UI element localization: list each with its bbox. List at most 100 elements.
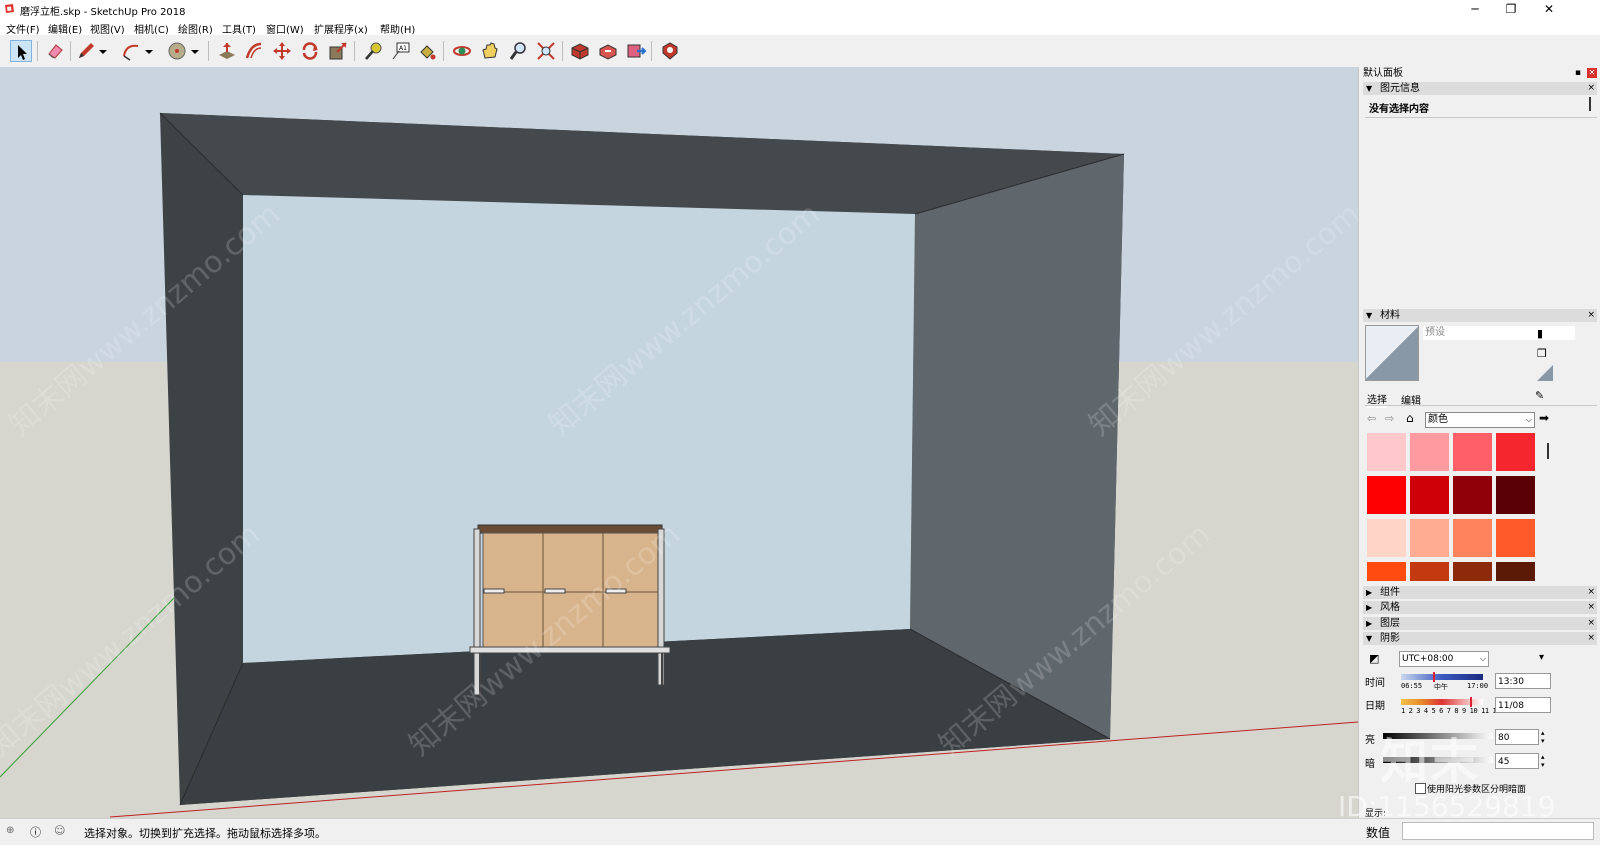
color-swatch[interactable] — [1453, 433, 1492, 471]
date-field[interactable]: 11/08 — [1495, 697, 1551, 713]
collapse-icon: ▼ — [1366, 84, 1373, 93]
material-category-select[interactable]: 颜色 ⌵ — [1425, 412, 1535, 428]
svg-text:A1: A1 — [399, 45, 407, 52]
offset-icon[interactable] — [243, 40, 265, 62]
move-icon[interactable] — [271, 40, 293, 62]
color-swatch[interactable] — [1496, 476, 1535, 514]
push-pull-icon[interactable] — [216, 40, 238, 62]
user-icon[interactable]: ☺ — [54, 824, 65, 837]
zoom-icon[interactable] — [507, 40, 529, 62]
chevron-down-icon[interactable] — [189, 40, 201, 62]
shadow-toggle-icon[interactable]: ◩ — [1369, 652, 1383, 665]
maximize-button[interactable]: ❐ — [1496, 1, 1526, 17]
text-icon[interactable]: A1 — [390, 40, 412, 62]
pin-icon[interactable]: ▪ — [1575, 67, 1581, 80]
chevron-down-icon[interactable] — [97, 40, 109, 62]
menu-file[interactable]: 文件(F) — [6, 21, 40, 36]
time-slider[interactable] — [1401, 674, 1483, 680]
default-material-icon[interactable] — [1537, 365, 1553, 381]
arc-icon[interactable] — [120, 40, 142, 62]
menu-edit[interactable]: 编辑(E) — [48, 21, 82, 36]
create-material-icon[interactable]: ▮ — [1537, 327, 1551, 341]
color-swatch[interactable] — [1367, 562, 1406, 581]
select-tool-icon[interactable] — [10, 40, 32, 62]
dark-spinner[interactable]: ▴ ▾ — [1541, 753, 1551, 769]
material-library-icon[interactable]: ❒ — [1537, 347, 1551, 361]
color-swatch[interactable] — [1496, 562, 1535, 581]
pencil-icon[interactable] — [75, 40, 97, 62]
close-button[interactable]: ✕ — [1534, 1, 1564, 17]
details-toggle-icon[interactable]: ▾ — [1539, 652, 1544, 663]
minimize-button[interactable]: ─ — [1460, 1, 1490, 17]
measurements-input[interactable] — [1402, 822, 1594, 840]
3d-warehouse-icon[interactable] — [569, 40, 591, 62]
paint-bucket-icon[interactable] — [416, 40, 438, 62]
geolocation-icon[interactable]: ⊕ — [6, 825, 14, 836]
styles-header[interactable]: ▶ 风格 × — [1363, 601, 1597, 614]
material-name-field[interactable]: 预设 — [1423, 326, 1575, 340]
extension-warehouse-icon[interactable] — [659, 40, 681, 62]
close-icon[interactable]: × — [1587, 632, 1595, 645]
menu-window[interactable]: 窗口(W) — [266, 21, 304, 36]
toolbar-separator — [70, 41, 71, 61]
menu-tools[interactable]: 工具(T) — [222, 21, 256, 36]
close-icon[interactable]: × — [1587, 586, 1595, 599]
color-swatch[interactable] — [1496, 519, 1535, 557]
close-tray-icon[interactable]: ✕ — [1587, 68, 1597, 78]
dark-field[interactable]: 45 — [1495, 753, 1539, 769]
menu-camera[interactable]: 相机(C) — [134, 21, 169, 36]
home-icon[interactable]: ⌂ — [1406, 411, 1414, 425]
panel-resize-handle[interactable] — [1589, 97, 1591, 111]
orbit-icon[interactable] — [451, 40, 473, 62]
date-slider-thumb[interactable] — [1470, 697, 1472, 707]
light-field[interactable]: 80 — [1495, 729, 1539, 745]
pan-icon[interactable] — [479, 40, 501, 62]
rotate-icon[interactable] — [299, 40, 321, 62]
close-icon[interactable]: × — [1587, 601, 1595, 614]
components-header[interactable]: ▶ 组件 × — [1363, 586, 1597, 599]
layers-header[interactable]: ▶ 图层 × — [1363, 617, 1597, 630]
materials-header[interactable]: ▼ 材料 × — [1363, 309, 1597, 322]
color-swatch[interactable] — [1367, 433, 1406, 471]
status-bar: ⊕ ⓘ ☺ 选择对象。切换到扩充选择。拖动鼠标选择多项。 数值 — [0, 818, 1600, 845]
credits-icon[interactable]: ⓘ — [30, 824, 41, 840]
color-swatch[interactable] — [1410, 519, 1449, 557]
color-swatch[interactable] — [1453, 519, 1492, 557]
color-swatch[interactable] — [1496, 433, 1535, 471]
menu-help[interactable]: 帮助(H) — [380, 21, 415, 36]
light-spinner[interactable]: ▴ ▾ — [1541, 729, 1551, 745]
menu-extensions[interactable]: 扩展程序(x) — [314, 21, 368, 36]
tape-measure-icon[interactable] — [362, 40, 384, 62]
color-swatch[interactable] — [1453, 476, 1492, 514]
modeling-viewport[interactable]: 知末网www.znzmo.com 知末网www.znzmo.com 知末网www… — [0, 67, 1358, 818]
shapes-icon[interactable] — [166, 40, 188, 62]
details-arrow-icon[interactable]: ➡ — [1539, 411, 1549, 425]
color-swatch[interactable] — [1367, 476, 1406, 514]
color-swatch[interactable] — [1410, 562, 1449, 581]
shadows-header[interactable]: ▼ 阴影 × — [1363, 632, 1597, 645]
entity-info-header[interactable]: ▼ 图元信息 × — [1363, 82, 1597, 95]
color-swatch[interactable] — [1367, 519, 1406, 557]
zoom-extents-icon[interactable] — [535, 40, 557, 62]
swatch-scrollbar[interactable] — [1547, 443, 1549, 459]
toolbar-separator — [651, 41, 652, 61]
share-model-icon[interactable] — [597, 40, 619, 62]
eraser-icon[interactable] — [44, 40, 66, 62]
menu-draw[interactable]: 绘图(R) — [178, 21, 213, 36]
timezone-select[interactable]: UTC+08:00 ⌵ — [1399, 651, 1489, 667]
eyedropper-icon[interactable]: ✎ — [1535, 389, 1551, 403]
color-swatch[interactable] — [1410, 433, 1449, 471]
time-field[interactable]: 13:30 — [1495, 673, 1551, 689]
time-slider-thumb[interactable] — [1433, 672, 1435, 682]
chevron-down-icon[interactable] — [143, 40, 155, 62]
forward-icon[interactable]: ⇨ — [1385, 412, 1394, 425]
color-swatch[interactable] — [1453, 562, 1492, 581]
close-icon[interactable]: × — [1587, 309, 1595, 322]
color-swatch[interactable] — [1410, 476, 1449, 514]
back-icon[interactable]: ⇦ — [1367, 412, 1376, 425]
send-to-layout-icon[interactable] — [625, 40, 647, 62]
close-icon[interactable]: × — [1587, 617, 1595, 630]
menu-view[interactable]: 视图(V) — [90, 21, 125, 36]
scale-icon[interactable] — [327, 40, 349, 62]
close-icon[interactable]: × — [1587, 82, 1595, 95]
